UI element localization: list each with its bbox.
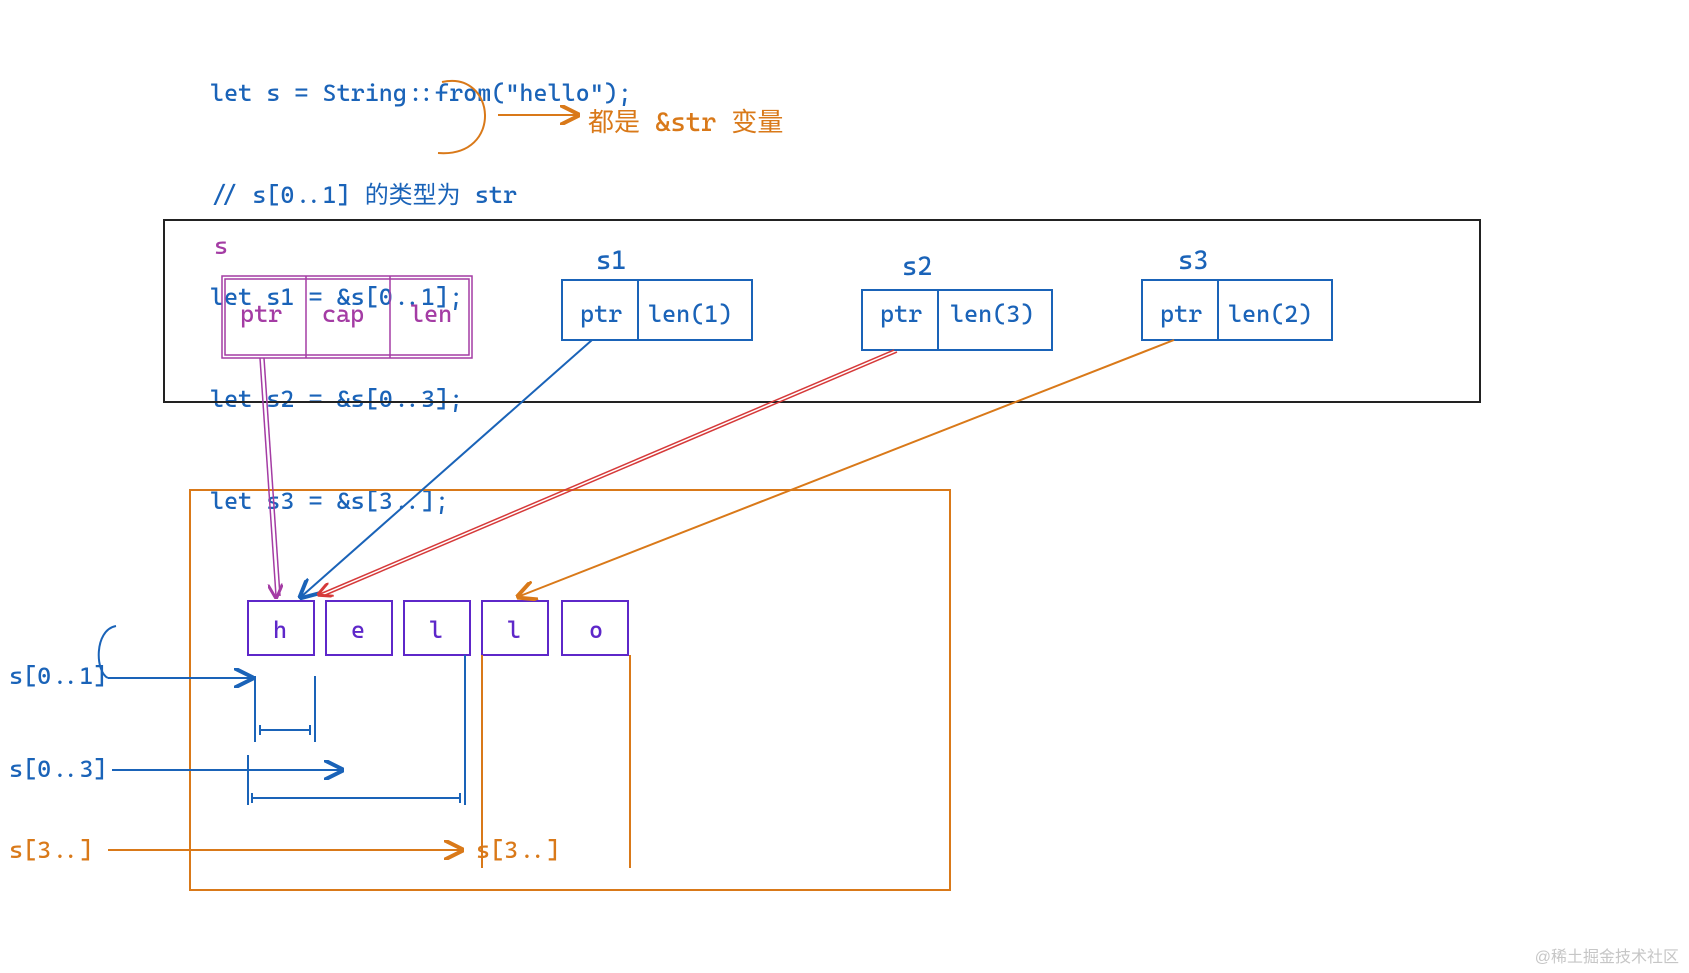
s3-box [1142, 280, 1332, 340]
heap-box [190, 490, 950, 890]
s-box [222, 276, 472, 358]
range-0-1 [99, 626, 315, 742]
arrow-s-ptr [260, 358, 280, 596]
range-3-end [108, 655, 630, 868]
stack-frame-box [164, 220, 1480, 402]
heap-cells [248, 601, 628, 655]
arrow-s2-ptr [320, 350, 897, 596]
bracket-curve [438, 81, 485, 153]
arrow-s1-ptr [302, 340, 592, 596]
s2-box [862, 290, 1052, 350]
s1-box [562, 280, 752, 340]
diagram-svg [0, 0, 1689, 973]
